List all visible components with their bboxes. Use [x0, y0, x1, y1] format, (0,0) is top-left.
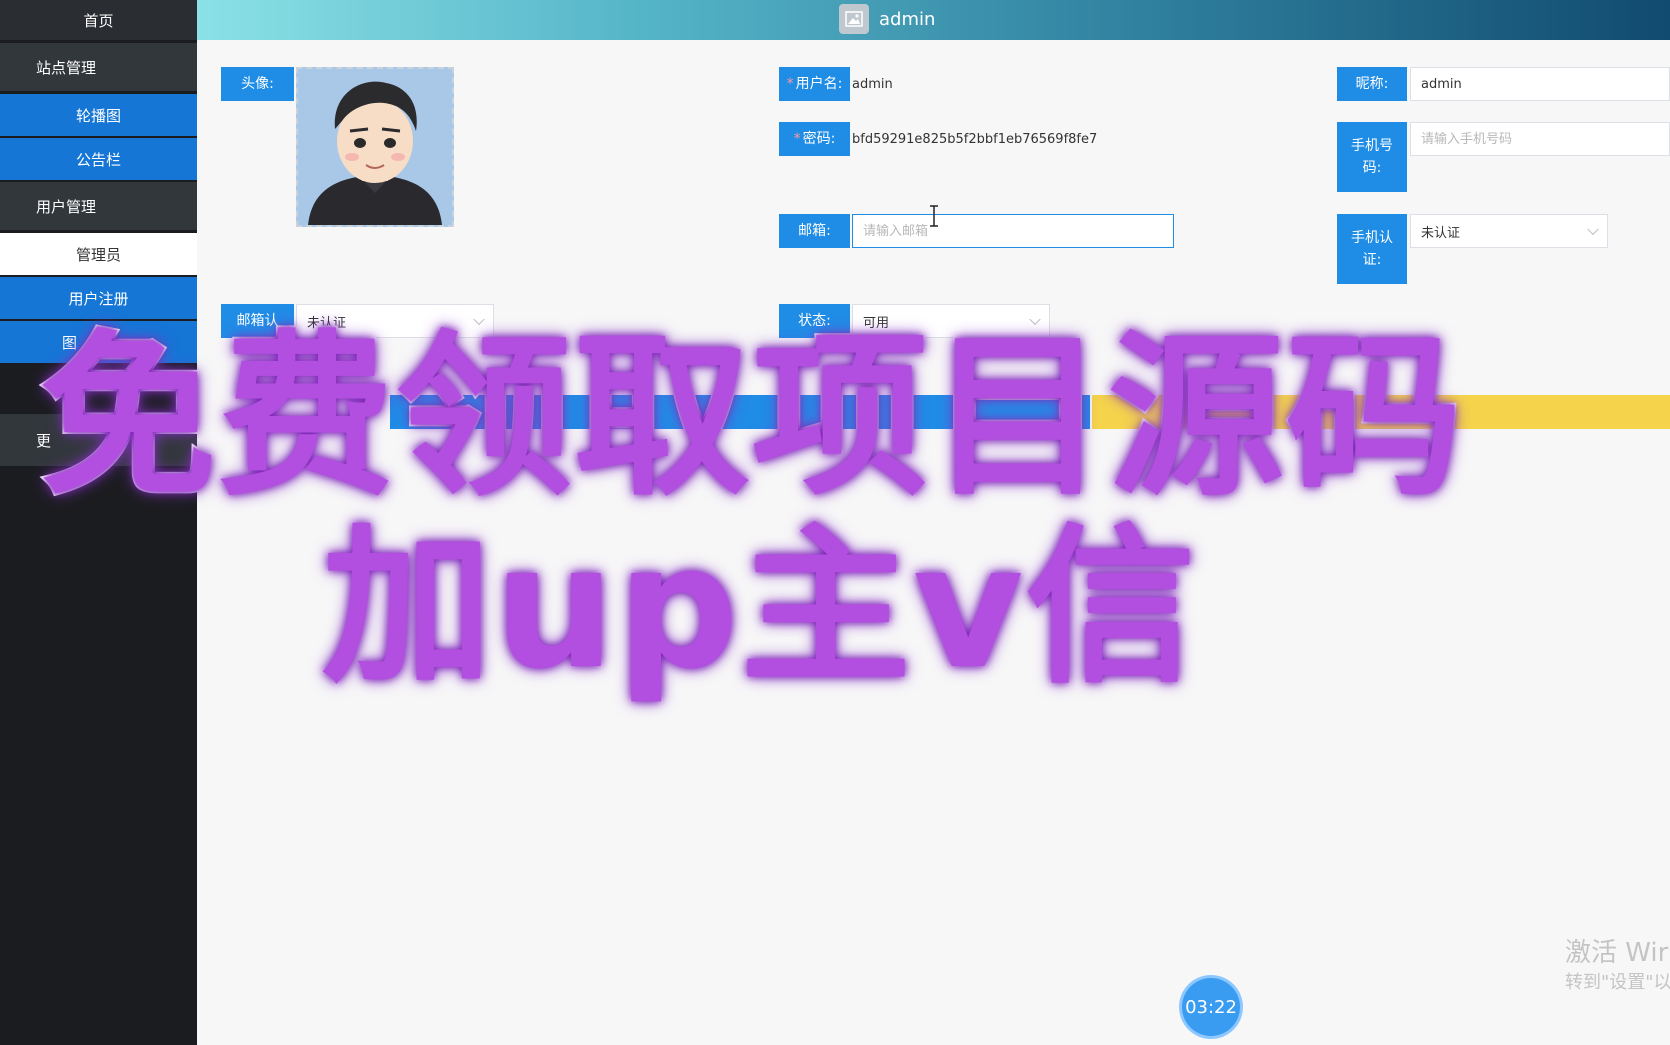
activation-watermark-title: 激活 Wir [1565, 938, 1669, 968]
nickname-input[interactable] [1410, 67, 1670, 101]
recording-timer[interactable]: 03:22 [1182, 978, 1240, 1036]
header-username: admin [879, 8, 936, 30]
sidebar: 首页 站点管理 轮播图 公告栏 用户管理 管理员 用户注册 图 更 [0, 0, 197, 1045]
phone-label: 手机号 码: [1337, 122, 1407, 192]
phone-verify-label: 手机认 证: [1337, 214, 1407, 284]
nav-site-management[interactable]: 站点管理 [0, 43, 197, 91]
text-cursor-icon [930, 205, 938, 227]
nickname-label: 昵称: [1337, 67, 1407, 101]
image-icon [839, 4, 869, 34]
avatar-upload[interactable] [296, 67, 454, 227]
nav-home[interactable]: 首页 [0, 0, 197, 40]
phone-input[interactable] [1410, 122, 1670, 156]
chevron-down-icon [1587, 223, 1599, 236]
nav-user-register[interactable]: 用户注册 [0, 277, 197, 319]
email-label: 邮箱: [779, 214, 850, 248]
nav-carousel[interactable]: 轮播图 [0, 94, 197, 136]
top-header: admin [197, 0, 1670, 40]
nav-admin[interactable]: 管理员 [0, 233, 197, 275]
password-value: bfd59291e825b5f2bbf1eb76569f8fe7 [852, 131, 1098, 147]
promo-line-1: 免费领取项目源码 [38, 315, 1465, 520]
promo-line-2: 加up主v信 [320, 507, 1198, 709]
username-value: admin [852, 76, 893, 92]
nav-user-management[interactable]: 用户管理 [0, 182, 197, 230]
avatar-label: 头像: [221, 67, 294, 101]
nav-notice-board[interactable]: 公告栏 [0, 138, 197, 180]
avatar-portrait [298, 69, 452, 225]
activation-watermark-subtitle: 转到"设置"以 [1565, 972, 1670, 993]
password-label: * 密码: [779, 122, 850, 156]
header-user-menu[interactable]: admin [839, 2, 935, 36]
phone-verify-select[interactable]: 未认证 [1410, 214, 1608, 248]
username-label: * 用户名: [779, 67, 850, 101]
email-input[interactable] [852, 214, 1174, 248]
